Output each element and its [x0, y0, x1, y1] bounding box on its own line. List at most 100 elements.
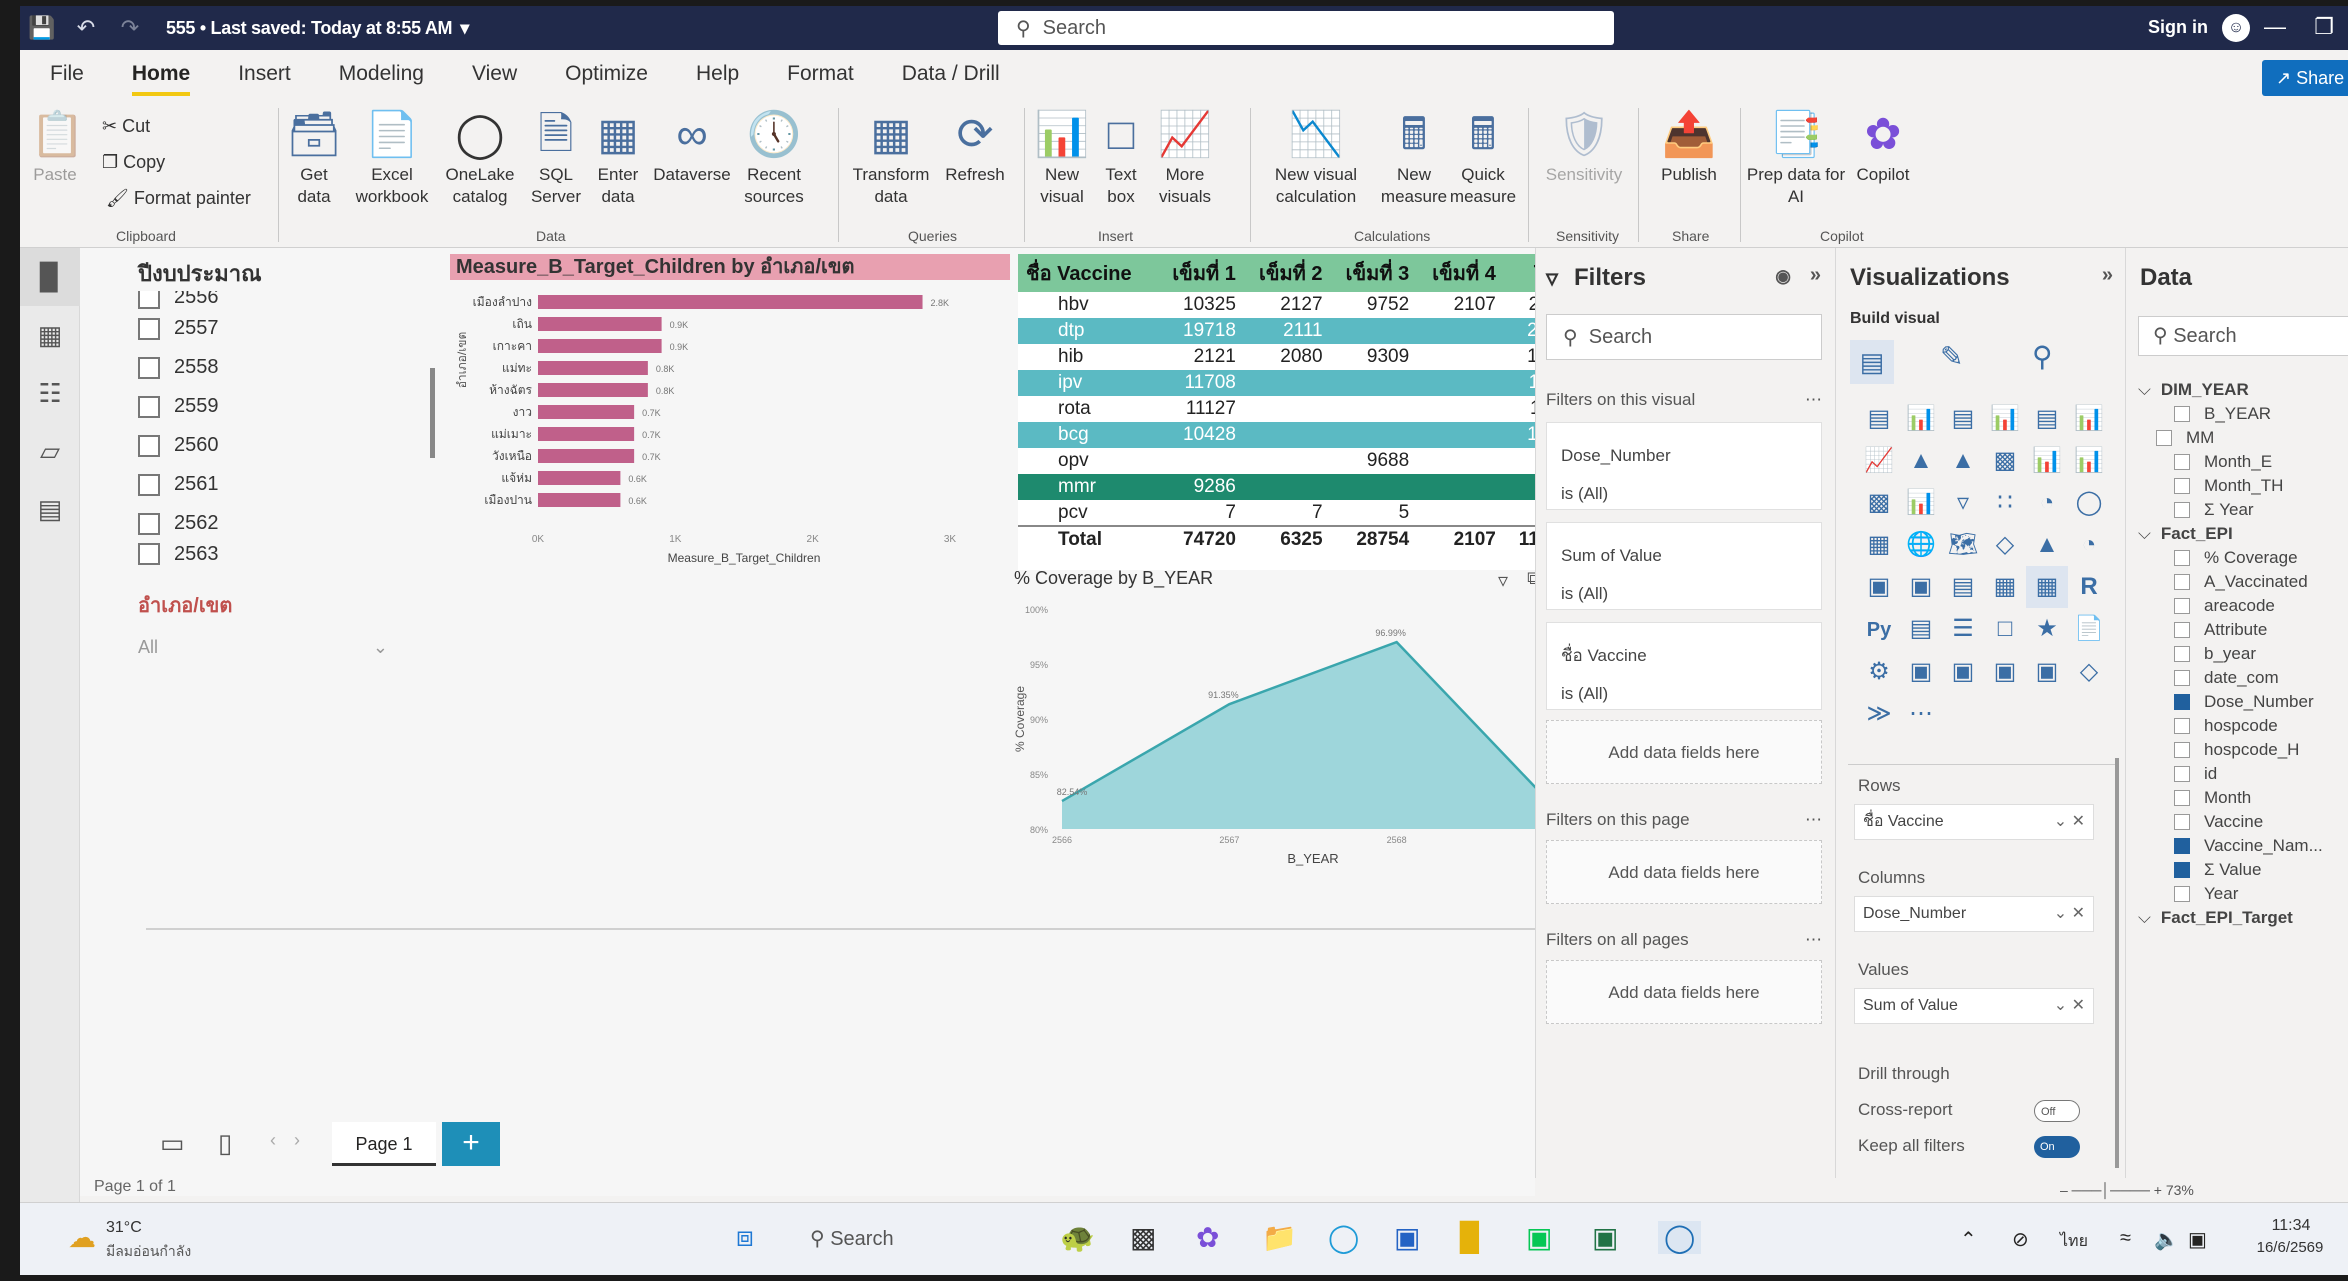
field-checkbox[interactable] [2174, 838, 2190, 854]
onelake-catalog-button[interactable]: ◯ OneLake catalog [438, 106, 522, 208]
more-visuals-button[interactable]: 📈 More visuals [1150, 106, 1220, 208]
matrix-row[interactable]: hib21212080930913510 [1018, 344, 1586, 370]
data-field[interactable]: date_com [2174, 666, 2279, 690]
table-view-icon[interactable]: ▦ [20, 306, 80, 364]
restore-icon[interactable]: ❐ [2314, 14, 2334, 40]
excel-app-icon[interactable]: ▣ [1592, 1221, 1618, 1254]
turtle-app-icon[interactable]: 🐢 [1060, 1221, 1095, 1254]
matrix-header-cell[interactable]: เข็มที่ 4 [1415, 254, 1502, 292]
matrix-row[interactable]: bcg1042810428 [1018, 422, 1586, 448]
shape-map-icon[interactable]: ◇ [1984, 524, 2026, 566]
dataverse-button[interactable]: ∞ Dataverse [650, 106, 734, 186]
field-checkbox[interactable] [2174, 670, 2190, 686]
clock-date[interactable]: 16/6/2569 [2240, 1239, 2340, 1256]
refresh-button[interactable]: ⟳ Refresh [940, 106, 1010, 186]
slicer-checkbox[interactable] [138, 317, 160, 340]
field-checkbox[interactable] [2174, 550, 2190, 566]
next-page-icon[interactable]: › [294, 1130, 300, 1151]
ribbon-chart-icon[interactable]: ▩ [1984, 440, 2026, 482]
field-checkbox[interactable] [2174, 790, 2190, 806]
file-explorer-icon[interactable]: 📁 [1262, 1221, 1297, 1254]
field-checkbox[interactable] [2174, 742, 2190, 758]
filters-search[interactable]: ⚲ Search [1546, 314, 1822, 360]
menu-modeling[interactable]: Modeling [339, 62, 424, 86]
desktop-layout-icon[interactable]: ▭ [160, 1128, 185, 1159]
menu-insert[interactable]: Insert [238, 62, 291, 86]
volume-icon[interactable]: 🔈 [2154, 1227, 2179, 1252]
data-field[interactable]: hospcode [2174, 714, 2278, 738]
windows-start-icon[interactable]: ⧈ [736, 1221, 754, 1254]
copilot-app-icon[interactable]: ✿ [1196, 1221, 1219, 1254]
data-table-node[interactable]: ⌵ Fact_EPI_Target [2138, 906, 2293, 930]
slicer-item[interactable]: 2560 [138, 426, 348, 465]
document-title[interactable]: 555 • Last saved: Today at 8:55 AM [166, 18, 453, 39]
data-search[interactable]: ⚲ Search [2138, 316, 2348, 356]
bar-chart-visual[interactable]: Measure_B_Target_Children by อำเภอ/เขต อ… [450, 254, 1010, 574]
collapse-icon[interactable]: » [1810, 264, 1821, 287]
weather-icon[interactable]: ☁ [68, 1221, 96, 1254]
field-checkbox[interactable] [2174, 406, 2190, 422]
filter-card[interactable]: ชื่อ Vaccine is (All) [1546, 622, 1822, 710]
kpi-icon[interactable]: ▤ [1942, 566, 1984, 608]
cut-button[interactable]: ✂ Cut [102, 116, 150, 137]
combo-icon[interactable]: 📊 [1900, 482, 1942, 524]
matrix-row[interactable]: pcv77519 [1018, 500, 1586, 526]
100-bar-icon[interactable]: ▤ [2026, 398, 2068, 440]
network-off-icon[interactable]: ⊘ [2012, 1227, 2029, 1252]
report-view-icon[interactable]: ▉ [20, 248, 80, 306]
get-data-button[interactable]: 🗃 Get data [284, 106, 344, 208]
matrix-row[interactable]: dtp19718211121829 [1018, 318, 1586, 344]
prev-page-icon[interactable]: ‹ [270, 1130, 276, 1151]
slicer-scrollbar[interactable] [430, 368, 435, 458]
scatter-icon[interactable]: ∷ [1984, 482, 2026, 524]
line-chart-icon[interactable]: 📈 [1858, 440, 1900, 482]
sign-in-link[interactable]: Sign in [2148, 17, 2208, 38]
slicer-checkbox[interactable] [138, 473, 160, 496]
copilot-button[interactable]: ✿ Copilot [1840, 106, 1926, 186]
matrix-row[interactable]: rota1112711127 [1018, 396, 1586, 422]
paste-button[interactable]: 📋 Paste [30, 106, 85, 186]
pie-chart-icon[interactable]: ◔ [2026, 482, 2068, 524]
show-hidden-icons[interactable]: ⌃ [1960, 1227, 1977, 1252]
matrix-row[interactable]: ipv1170811708 [1018, 370, 1586, 396]
data-field[interactable]: MM [2156, 426, 2214, 450]
sensitivity-button[interactable]: 🛡 Sensitivity [1536, 106, 1632, 186]
more-options-icon[interactable]: ⋯ [1805, 810, 1822, 830]
data-field[interactable]: id [2174, 762, 2217, 786]
field-checkbox[interactable] [2174, 574, 2190, 590]
funnel-icon[interactable]: ▿ [1942, 482, 1984, 524]
matrix-row[interactable]: opv96889688 [1018, 448, 1586, 474]
minimize-icon[interactable]: — [2264, 14, 2286, 40]
data-field[interactable]: B_YEAR [2174, 402, 2271, 426]
text-box-button[interactable]: □ Text box [1096, 106, 1146, 208]
diamond-icon[interactable]: ◇ [2068, 651, 2110, 693]
district-dropdown[interactable]: All ⌄ [138, 637, 388, 658]
chevron-close-icon[interactable]: ⌄ ✕ [2054, 897, 2085, 931]
chevron-down-icon[interactable]: ▾ [460, 18, 469, 39]
data-field[interactable]: hospcode_H [2174, 738, 2299, 762]
qa-icon[interactable]: □ [1984, 608, 2026, 650]
year-slicer[interactable]: ปีงบประมาณ 2556 2557 2558 2559 2560 2561… [138, 256, 388, 676]
data-field[interactable]: Vaccine_Nam... [2174, 834, 2323, 858]
menu-help[interactable]: Help [696, 62, 739, 86]
recent-sources-button[interactable]: 🕔 Recent sources [736, 106, 812, 208]
100-column-icon[interactable]: 📊 [2068, 398, 2110, 440]
data-field[interactable]: Σ Value [2174, 858, 2261, 882]
model-view-icon[interactable]: ☷ [20, 364, 80, 422]
expand-chevron-icon[interactable]: ⌵ [2138, 380, 2151, 400]
save-icon[interactable]: 💾 [20, 15, 64, 41]
store-icon[interactable]: ▣ [1394, 1221, 1420, 1254]
column-chart-icon[interactable]: 📊 [1900, 398, 1942, 440]
field-checkbox[interactable] [2174, 862, 2190, 878]
data-table-node[interactable]: ⌵ Fact_EPI [2138, 522, 2233, 546]
slicer-item[interactable]: 2563 [138, 543, 348, 565]
language-indicator[interactable]: ไทย [2060, 1229, 2088, 1254]
slicer-checkbox[interactable] [138, 512, 160, 535]
funnel-chart-icon[interactable]: ▩ [1858, 482, 1900, 524]
clock-time[interactable]: 11:34 [2256, 1217, 2326, 1235]
build-visual-tab-icon[interactable]: ▤ [1850, 340, 1894, 384]
data-field[interactable]: Month_E [2174, 450, 2272, 474]
avatar-icon[interactable]: ☺ [2222, 14, 2250, 42]
matrix-visual[interactable]: ชื่อ Vaccine เข็มที่ 1 เข็มที่ 2 เข็มที่… [1018, 254, 1586, 570]
gauge-icon[interactable]: ◔ [2068, 524, 2110, 566]
